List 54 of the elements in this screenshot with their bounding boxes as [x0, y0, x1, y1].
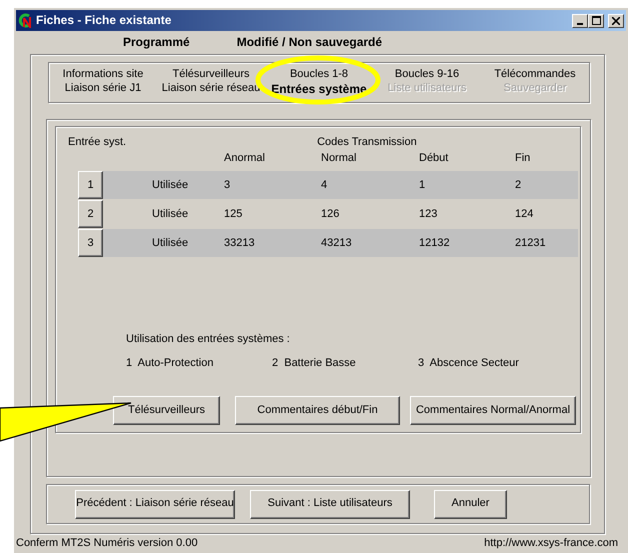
table-cell: 21231 [515, 236, 546, 249]
minimize-button[interactable] [572, 14, 588, 28]
table-cell: Utilisée [152, 178, 188, 191]
nav-button[interactable]: Suivant : Liste utilisateurs [250, 490, 410, 518]
column-group-header: Codes Transmission [317, 136, 417, 150]
column-header: Début [419, 152, 448, 164]
tab[interactable]: Liaison série réseau [162, 82, 260, 94]
table-cell: 125 [224, 208, 242, 220]
table-cell: 1 [419, 178, 426, 191]
row-button[interactable]: 3 [78, 229, 103, 258]
table-cell: 123 [419, 208, 438, 220]
status-label: Modifié / Non sauvegardé [236, 35, 382, 50]
row-button[interactable]: 1 [78, 171, 103, 200]
table-cell: Utilisée [152, 208, 188, 220]
tab[interactable]: Liaison série J1 [64, 82, 142, 94]
minimize-icon [577, 22, 583, 24]
maximize-button[interactable] [588, 14, 604, 28]
action-button[interactable]: Télésurveilleurs [113, 396, 220, 425]
table-cell: 43213 [321, 236, 352, 249]
table-cell: 3 [224, 178, 230, 191]
table-cell: 126 [321, 208, 340, 220]
status-label: Programmé [123, 35, 190, 50]
column-header: Normal [321, 152, 356, 164]
action-button[interactable]: Commentaires début/Fin [235, 396, 400, 425]
legend-item: 3 Abscence Secteur [418, 356, 519, 369]
app-logo-icon [18, 13, 33, 28]
nav-button[interactable]: Précédent : Liaison série réseau [75, 490, 235, 518]
close-icon [612, 16, 620, 24]
tab[interactable]: Boucles 1-8 [290, 68, 348, 80]
tab[interactable]: Boucles 9-16 [394, 68, 460, 80]
table-cell: 33213 [224, 236, 255, 249]
status-url: http://www.xsys-france.com [484, 537, 618, 550]
table-cell: 2 [515, 178, 522, 191]
legend-item: 2 Batterie Basse [272, 356, 356, 369]
tab[interactable]: Télésurveilleurs [172, 68, 250, 80]
table-cell: 124 [515, 208, 534, 220]
legend-title: Utilisation des entrées systèmes : [126, 333, 290, 347]
maximize-icon [592, 16, 600, 25]
status-text: Conferm MT2S Numéris version 0.00 [16, 537, 198, 550]
nav-button[interactable]: Annuler [434, 490, 507, 518]
action-button[interactable]: Commentaires Normal/Anormal [410, 396, 576, 425]
legend-item: 1 Auto-Protection [126, 356, 214, 369]
column-header: Fin [515, 152, 530, 164]
column-header: Anormal [224, 152, 265, 164]
table-cell: 4 [321, 178, 328, 191]
close-button[interactable] [608, 14, 624, 28]
column-header: Entrée syst. [68, 136, 126, 150]
table-cell: Utilisée [152, 236, 188, 249]
tab[interactable]: Télécommandes [494, 68, 576, 80]
tab[interactable]: Informations site [62, 68, 144, 80]
row-button[interactable]: 2 [78, 200, 103, 228]
table-cell: 12132 [419, 236, 450, 249]
window-title: Fiches - Fiche existante [36, 13, 172, 28]
tab[interactable]: Entrées système [271, 82, 367, 96]
